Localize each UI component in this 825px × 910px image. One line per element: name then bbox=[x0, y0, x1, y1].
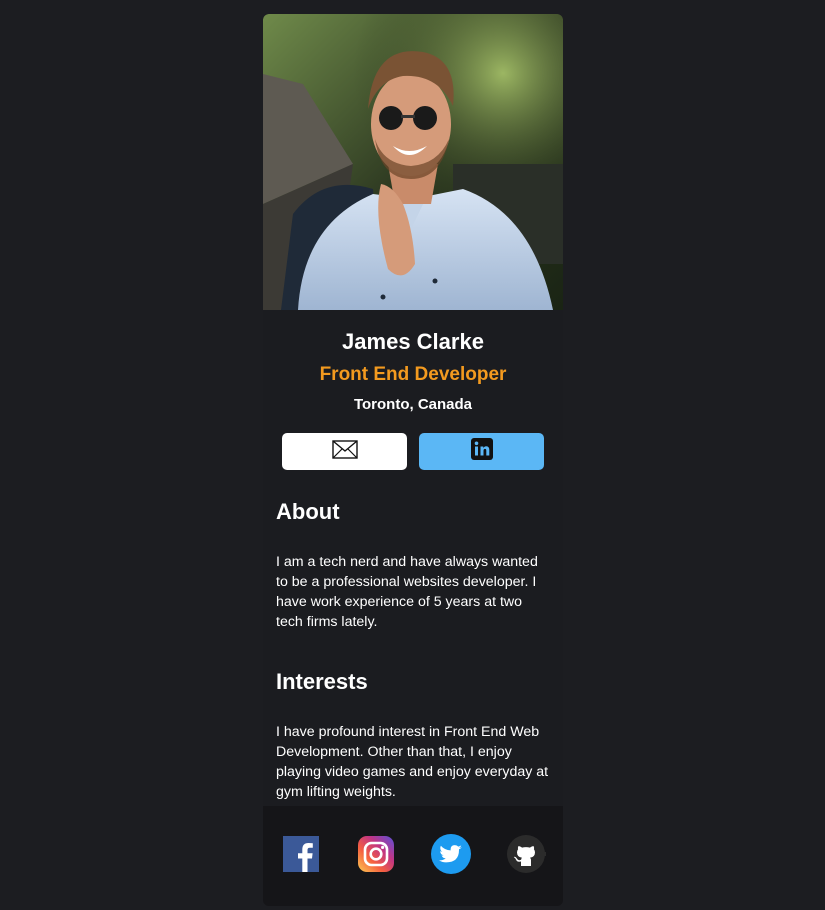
twitter-icon bbox=[430, 833, 471, 879]
facebook-link[interactable] bbox=[281, 835, 321, 877]
interests-text: I have profound interest in Front End We… bbox=[276, 724, 549, 800]
about-heading: About bbox=[276, 499, 340, 524]
about-section: About I am a tech nerd and have always w… bbox=[263, 498, 563, 632]
linkedin-icon bbox=[470, 438, 493, 465]
interests-section: Interests I have profound interest in Fr… bbox=[263, 668, 563, 802]
profile-location: Toronto, Canada bbox=[353, 396, 473, 413]
envelope-icon bbox=[331, 439, 358, 464]
profile-info: James Clarke Front End Developer Toronto… bbox=[263, 310, 563, 416]
profile-name: James Clarke bbox=[342, 329, 484, 354]
facebook-icon bbox=[282, 835, 319, 877]
profile-title: Front End Developer bbox=[319, 364, 507, 385]
profile-photo bbox=[263, 14, 563, 310]
about-text: I am a tech nerd and have always wanted … bbox=[276, 554, 538, 630]
linkedin-button[interactable] bbox=[419, 433, 544, 470]
social-footer bbox=[263, 806, 563, 906]
github-icon bbox=[506, 834, 550, 879]
github-link[interactable] bbox=[506, 834, 550, 879]
twitter-link[interactable] bbox=[430, 833, 471, 879]
instagram-link[interactable] bbox=[356, 835, 396, 877]
email-button[interactable] bbox=[282, 433, 407, 470]
contact-buttons bbox=[263, 433, 563, 470]
interests-heading: Interests bbox=[276, 669, 368, 694]
instagram-icon bbox=[357, 835, 394, 877]
profile-card: James Clarke Front End Developer Toronto… bbox=[263, 14, 563, 906]
